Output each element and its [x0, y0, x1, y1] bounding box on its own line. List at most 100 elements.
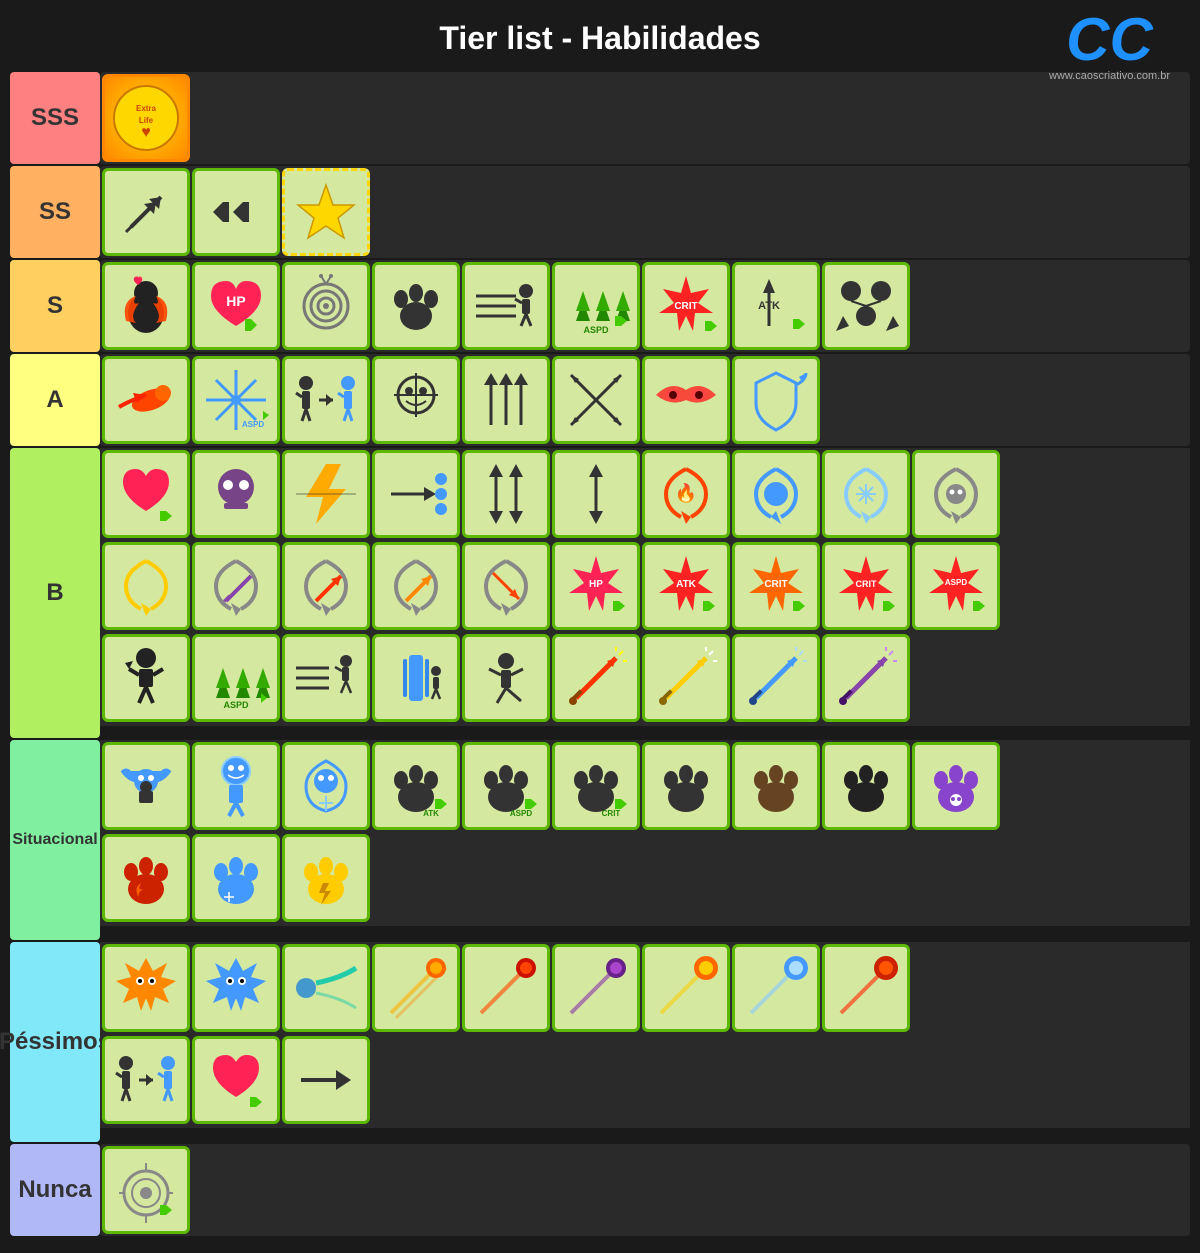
list-item — [732, 356, 820, 444]
list-item: 🔥 — [642, 450, 730, 538]
tier-content-ss — [100, 166, 1190, 258]
tier-label-pessimos: Péssimos — [10, 942, 100, 1142]
list-item — [552, 634, 640, 722]
list-item — [462, 262, 550, 350]
list-item: CRIT — [552, 742, 640, 830]
list-item — [822, 944, 910, 1032]
svg-text:ASPD: ASPD — [510, 809, 532, 818]
list-item — [102, 834, 190, 922]
list-item — [552, 944, 640, 1032]
list-item — [732, 450, 820, 538]
b-row-2: HP ATK — [102, 542, 1188, 630]
tier-label-s: S — [10, 260, 100, 352]
list-item — [192, 944, 280, 1032]
pessimos-row-1 — [102, 944, 1188, 1032]
tier-row-pessimos: Péssimos — [10, 942, 1190, 1142]
list-item — [282, 742, 370, 830]
list-item — [102, 742, 190, 830]
list-item — [192, 742, 280, 830]
svg-text:ATK: ATK — [423, 809, 439, 818]
list-item — [642, 356, 730, 444]
b-row-3: ASPD — [102, 634, 1188, 722]
list-item — [102, 542, 190, 630]
list-item: CRIT — [642, 262, 730, 350]
list-item — [642, 742, 730, 830]
tier-content-situacional: ATK ASPD — [100, 740, 1190, 926]
svg-text:ASPD: ASPD — [242, 420, 264, 429]
list-item — [732, 944, 820, 1032]
list-item — [282, 542, 370, 630]
list-item — [372, 356, 460, 444]
header: Tier list - Habilidades CC www.caoscriat… — [10, 10, 1190, 72]
list-item — [192, 1036, 280, 1124]
list-item: ATK — [732, 262, 820, 350]
list-item — [282, 356, 370, 444]
list-item — [102, 1036, 190, 1124]
list-item — [372, 450, 460, 538]
list-item — [282, 834, 370, 922]
list-item — [372, 634, 460, 722]
situacional-row-2 — [102, 834, 1188, 922]
list-item — [822, 742, 910, 830]
svg-text:ATK: ATK — [676, 579, 697, 590]
list-item: ATK — [372, 742, 460, 830]
list-item — [102, 944, 190, 1032]
list-item — [282, 262, 370, 350]
list-item — [552, 356, 640, 444]
tier-label-nunca: Nunca — [10, 1144, 100, 1236]
list-item — [282, 634, 370, 722]
logo-url: www.caoscriativo.com.br — [1049, 70, 1170, 82]
list-item: ASPD — [912, 542, 1000, 630]
logo-area: CC www.caoscriativo.com.br — [1049, 10, 1170, 82]
list-item: HP — [192, 262, 280, 350]
tier-label-a: A — [10, 354, 100, 446]
list-item — [462, 542, 550, 630]
svg-text:CRIT: CRIT — [856, 579, 877, 589]
list-item — [462, 944, 550, 1032]
list-item — [642, 634, 730, 722]
list-item: ATK — [642, 542, 730, 630]
list-item — [192, 168, 280, 256]
list-item — [372, 542, 460, 630]
svg-text:CRIT: CRIT — [602, 809, 621, 818]
svg-text:🔥: 🔥 — [675, 482, 697, 503]
tier-content-nunca — [100, 1144, 1190, 1236]
list-item — [732, 742, 820, 830]
list-item — [912, 742, 1000, 830]
list-item: CRIT — [732, 542, 820, 630]
list-item: ASPD — [192, 634, 280, 722]
list-item — [282, 450, 370, 538]
list-item: ASPD — [552, 262, 640, 350]
tier-row-ss: SS — [10, 166, 1190, 258]
list-item — [282, 944, 370, 1032]
list-item: ASPD — [462, 742, 550, 830]
tier-row-b: B — [10, 448, 1190, 738]
svg-text:CRIT: CRIT — [764, 579, 787, 590]
tier-row-s: S HP — [10, 260, 1190, 352]
svg-text:ASPD: ASPD — [583, 325, 609, 335]
tier-label-sss: SSS — [10, 72, 100, 164]
list-item — [462, 450, 550, 538]
svg-text:Extra: Extra — [136, 104, 157, 113]
tier-row-a: A ASPD — [10, 354, 1190, 446]
svg-text:CRIT: CRIT — [674, 301, 697, 312]
list-item — [462, 634, 550, 722]
tier-label-situacional: Situacional — [10, 740, 100, 940]
list-item — [822, 634, 910, 722]
tier-row-situacional: Situacional — [10, 740, 1190, 940]
situacional-row-1: ATK ASPD — [102, 742, 1188, 830]
tier-content-b: 🔥 — [100, 448, 1190, 726]
list-item — [192, 450, 280, 538]
list-item: ASPD — [192, 356, 280, 444]
list-item — [102, 168, 190, 256]
svg-text:HP: HP — [589, 579, 603, 590]
tier-content-s: HP — [100, 260, 1190, 352]
tier-row-sss: SSS Extra Life ♥ — [10, 72, 1190, 164]
list-item — [102, 262, 190, 350]
list-item — [102, 634, 190, 722]
tier-content-pessimos — [100, 942, 1190, 1128]
list-item — [102, 450, 190, 538]
list-item — [282, 1036, 370, 1124]
list-item: HP — [552, 542, 640, 630]
list-item — [912, 450, 1000, 538]
